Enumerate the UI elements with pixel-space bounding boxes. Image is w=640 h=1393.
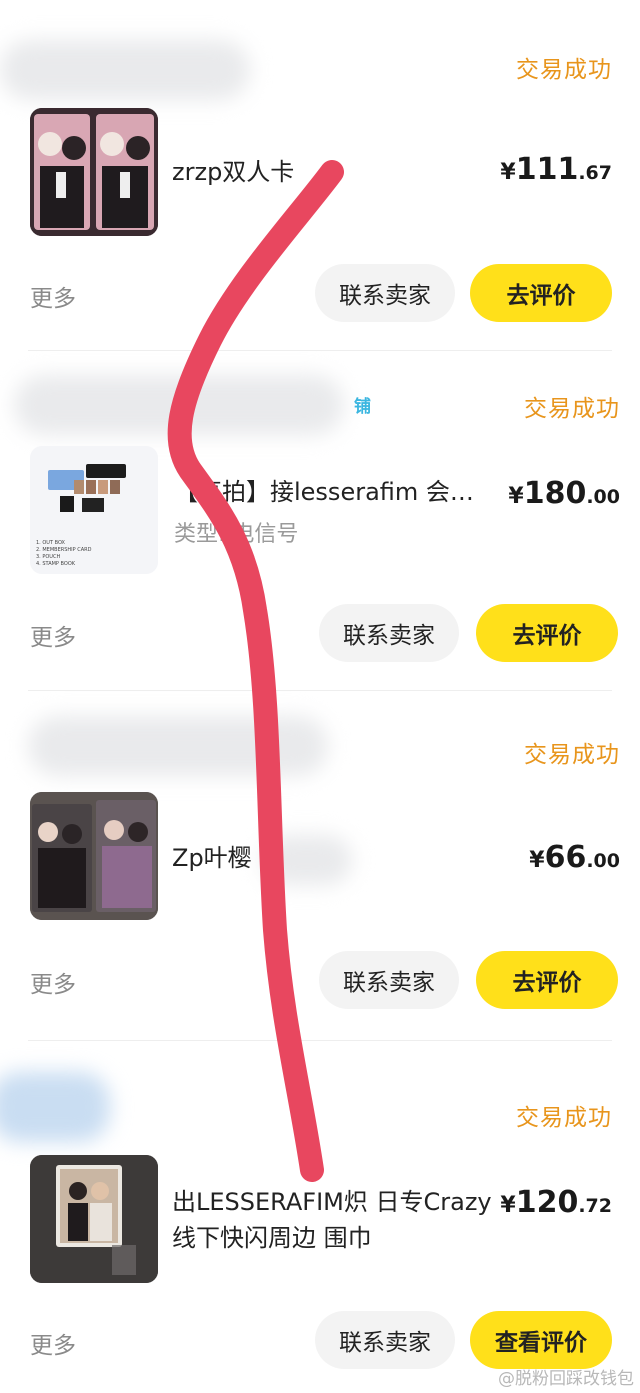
price-integer: 120 [515,1185,579,1220]
order-price: ¥120.72 [500,1185,612,1220]
seller-name-blurred [0,1072,110,1142]
product-title-line2[interactable]: 线下快闪周边 围巾 [172,1220,372,1256]
order-status: 交易成功 [516,1105,612,1131]
product-thumbnail[interactable] [30,1155,158,1283]
contact-seller-button[interactable]: 联系卖家 [315,1311,455,1369]
product-title[interactable]: 出LESSERAFIM炽 日专Crazy [172,1184,492,1220]
order-card-4[interactable]: 交易成功 出LESSERAFIM炽 日专Crazy 线下快闪周边 围巾 ¥120… [0,0,640,1393]
view-review-button[interactable]: 查看评价 [470,1311,612,1369]
photo-card-image [30,1155,158,1283]
price-currency: ¥ [500,1193,516,1218]
more-link[interactable]: 更多 [30,1326,76,1360]
weibo-watermark: @脱粉回踩改钱包 [498,1369,634,1389]
price-decimal: .72 [578,1195,612,1217]
